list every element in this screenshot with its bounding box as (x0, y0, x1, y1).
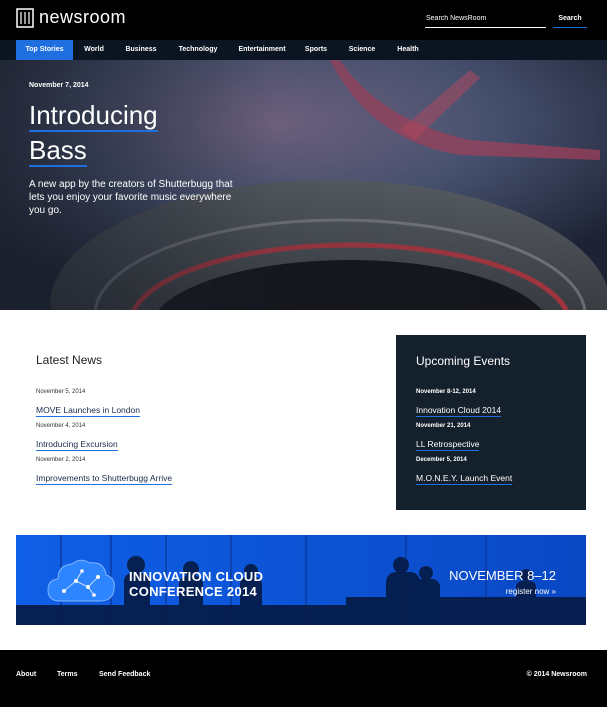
logo-text: newsroom (39, 7, 127, 27)
upcoming-events-heading: Upcoming Events (416, 354, 511, 368)
nav-item-entertainment[interactable]: Entertainment (232, 40, 292, 60)
nav-item-technology[interactable]: Technology (171, 40, 225, 60)
register-link[interactable]: register now » (506, 587, 556, 596)
cloud-network-icon (47, 559, 115, 602)
nav-item-sports[interactable]: Sports (298, 40, 334, 60)
footer-link-about[interactable]: About (16, 671, 36, 678)
news-item: November 5, 2014 MOVE Launches in London (36, 389, 140, 418)
conference-banner[interactable]: INNOVATION CLOUD CONFERENCE 2014 NOVEMBE… (16, 535, 586, 625)
news-link[interactable]: Introducing Excursion (36, 439, 118, 451)
news-date: November 5, 2014 (36, 389, 86, 395)
site-header: newsroom Search (0, 0, 607, 40)
event-item: November 8-12, 2014 Innovation Cloud 201… (416, 389, 502, 418)
news-item: November 4, 2014 Introducing Excursion (36, 423, 118, 452)
building-icon (16, 7, 34, 28)
nav-item-business[interactable]: Business (118, 40, 164, 60)
news-link[interactable]: MOVE Launches in London (36, 405, 140, 417)
upcoming-events-panel: Upcoming Events November 8-12, 2014 Inno… (396, 335, 586, 510)
site-footer: About Terms Send Feedback © 2014 Newsroo… (0, 650, 607, 707)
event-link[interactable]: Innovation Cloud 2014 (416, 405, 502, 417)
news-item: November 2, 2014 Improvements to Shutter… (36, 457, 173, 486)
event-date: November 21, 2014 (416, 423, 471, 429)
banner-title-line-1: INNOVATION CLOUD (129, 569, 264, 584)
banner-title-line-2: CONFERENCE 2014 (129, 584, 258, 599)
event-item: November 21, 2014 LL Retrospective (416, 423, 480, 452)
hero-banner[interactable]: November 7, 2014 Introducing Bass A new … (0, 60, 607, 310)
footer-link-send-feedback[interactable]: Send Feedback (99, 671, 150, 678)
banner-date: NOVEMBER 8–12 (449, 568, 556, 583)
search-input[interactable] (425, 12, 546, 28)
news-date: November 4, 2014 (36, 423, 86, 429)
copyright: © 2014 Newsroom (526, 671, 587, 678)
latest-news-heading: Latest News (36, 353, 103, 367)
nav-item-top-stories[interactable]: Top Stories (16, 40, 73, 60)
news-link[interactable]: Improvements to Shutterbugg Arrive (36, 473, 173, 485)
nav-item-world[interactable]: World (78, 40, 110, 60)
hero-date: November 7, 2014 (29, 82, 89, 89)
main-nav: Top Stories World Business Technology En… (0, 40, 607, 60)
footer-link-terms[interactable]: Terms (57, 671, 78, 678)
event-date: December 5, 2014 (416, 457, 467, 463)
event-item: December 5, 2014 M.O.N.E.Y. Launch Event (416, 457, 513, 486)
logo[interactable]: newsroom (16, 7, 126, 28)
event-link[interactable]: LL Retrospective (416, 439, 480, 451)
hero-title-line-2[interactable]: Bass (29, 135, 87, 167)
nav-item-health[interactable]: Health (390, 40, 426, 60)
hero-description: A new app by the creators of Shutterbugg… (29, 179, 233, 216)
event-link[interactable]: M.O.N.E.Y. Launch Event (416, 473, 513, 485)
nav-item-science[interactable]: Science (341, 40, 383, 60)
event-date: November 8-12, 2014 (416, 389, 476, 395)
search-button[interactable]: Search (553, 12, 587, 28)
hero-title-line-1[interactable]: Introducing (29, 100, 158, 132)
news-date: November 2, 2014 (36, 457, 86, 463)
